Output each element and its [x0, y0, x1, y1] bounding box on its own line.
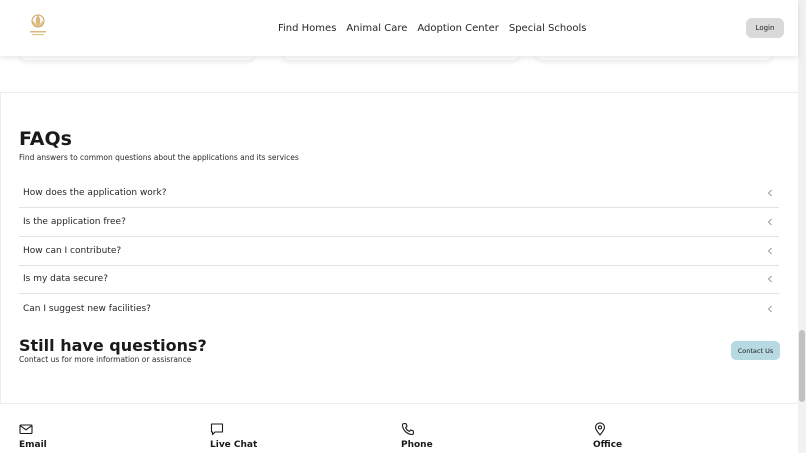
faq-question: How does the application work? — [23, 188, 167, 198]
faq-subtitle: Find answers to common questions about t… — [19, 153, 299, 162]
top-nav-bar: Find Homes Animal Care Adoption Center S… — [0, 0, 798, 56]
channel-label: Office — [593, 440, 623, 450]
channel-live-chat[interactable]: Live Chat — [210, 422, 370, 450]
chevron-left-icon — [767, 218, 772, 226]
lotus-logo-icon[interactable] — [24, 11, 52, 39]
nav-animal-care[interactable]: Animal Care — [346, 23, 407, 34]
faq-question: Can I suggest new facilities? — [23, 303, 151, 314]
channel-email[interactable]: Email — [19, 422, 179, 450]
chevron-left-icon — [767, 275, 772, 283]
channel-label: Phone — [401, 440, 433, 450]
nav-special-schools[interactable]: Special Schools — [509, 23, 587, 34]
faq-item[interactable]: Is the application free? — [19, 208, 779, 237]
mail-icon — [19, 424, 33, 435]
still-questions-title: Still have questions? — [19, 336, 207, 355]
faq-question: Is the application free? — [23, 217, 126, 227]
faq-question: How can I contribute? — [23, 246, 122, 256]
faq-item[interactable]: How can I contribute? — [19, 237, 779, 266]
chat-icon — [210, 423, 224, 436]
channel-label: Live Chat — [210, 440, 258, 450]
phone-icon — [401, 422, 415, 436]
login-button[interactable]: Login — [746, 18, 784, 38]
chevron-left-icon — [767, 305, 772, 312]
main-nav: Find Homes Animal Care Adoption Center S… — [278, 0, 586, 56]
channel-label: Email — [19, 440, 47, 450]
chevron-left-icon — [767, 247, 772, 255]
faq-item[interactable]: Is my data secure? — [19, 265, 779, 294]
faq-item[interactable]: How does the application work? — [19, 179, 779, 208]
contact-us-button[interactable]: Contact Us — [731, 341, 780, 360]
nav-adoption-center[interactable]: Adoption Center — [417, 23, 498, 34]
still-questions-subtitle: Contact us for more information or assis… — [19, 355, 192, 364]
chevron-left-icon — [767, 189, 772, 197]
faq-question: Is my data secure? — [23, 274, 108, 284]
channel-office[interactable]: Office — [593, 422, 753, 450]
faq-title: FAQs — [19, 128, 72, 150]
channel-phone[interactable]: Phone — [401, 422, 561, 450]
scrollbar-thumb[interactable] — [799, 330, 805, 402]
faq-item[interactable]: Can I suggest new facilities? — [19, 294, 779, 323]
map-pin-icon — [594, 422, 606, 436]
nav-find-homes[interactable]: Find Homes — [278, 23, 336, 34]
